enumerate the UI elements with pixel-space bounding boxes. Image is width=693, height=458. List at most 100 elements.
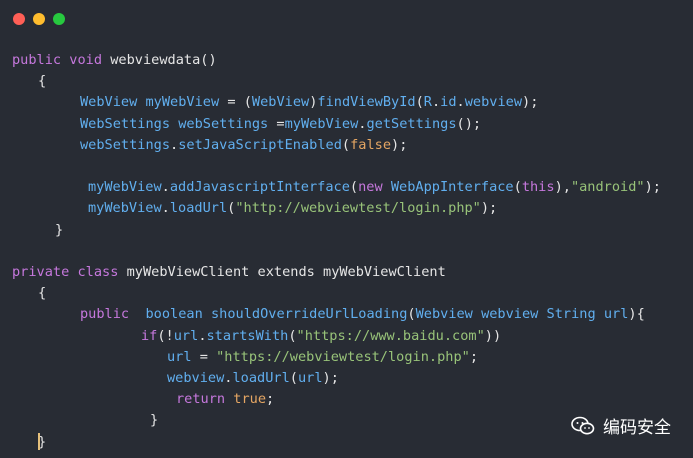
- code-token: Webview: [415, 306, 473, 323]
- code-line: public void webviewdata(): [12, 50, 217, 71]
- code-line: myWebView.loadUrl("http://webviewtest/lo…: [88, 198, 497, 219]
- code-token: loadUrl: [169, 200, 228, 217]
- code-token: ;: [469, 348, 479, 365]
- maximize-window-button[interactable]: [53, 13, 65, 25]
- code-token: new: [358, 179, 383, 196]
- code-token: = (: [219, 94, 252, 111]
- code-token: );: [322, 370, 339, 386]
- code-token: findViewById: [317, 94, 416, 111]
- code-line: {: [38, 71, 46, 92]
- code-token: url: [173, 327, 199, 344]
- window-controls: [13, 13, 65, 25]
- code-line: if(!url.startsWith("https://www.baidu.co…: [141, 326, 501, 347]
- code-token: myWebView: [284, 115, 359, 132]
- watermark: 编码安全: [571, 413, 671, 438]
- code-token: url: [167, 348, 192, 365]
- text-cursor: [38, 433, 40, 450]
- code-token: myWebViewClient extends myWebViewClient: [118, 264, 446, 280]
- code-token: }: [150, 412, 159, 429]
- code-line: }: [55, 220, 63, 241]
- code-token: public: [12, 52, 62, 68]
- code-token: );: [480, 200, 498, 217]
- code-token: addJavascriptInterface: [169, 179, 350, 196]
- code-token: {: [38, 73, 47, 90]
- code-token: webSettings: [80, 136, 171, 153]
- code-token: url: [297, 370, 323, 386]
- code-token: myWebView: [88, 200, 162, 217]
- code-line: webview.loadUrl(url);: [167, 368, 339, 389]
- code-token: webviewdata(): [102, 52, 217, 68]
- code-line: {: [38, 283, 46, 304]
- code-line: url = "https://webviewtest/login.php";: [167, 347, 478, 368]
- code-token: WebView: [80, 94, 138, 111]
- code-token: boolean: [145, 306, 203, 323]
- code-token: .: [170, 136, 179, 153]
- code-window: public void webviewdata() { WebView myWebV…: [0, 0, 693, 458]
- code-token: (: [289, 370, 298, 386]
- code-token: if: [141, 327, 158, 344]
- code-token: );: [391, 136, 408, 153]
- code-token: ){: [628, 306, 645, 323]
- code-token: this: [521, 179, 555, 196]
- code-token: String: [546, 306, 596, 323]
- code-token: webview: [167, 370, 225, 386]
- code-token: startsWith: [206, 327, 289, 344]
- code-token: ();: [456, 115, 482, 132]
- minimize-window-button[interactable]: [33, 13, 45, 25]
- code-line: myWebView.addJavascriptInterface(new Web…: [88, 177, 661, 198]
- code-token: ;: [266, 391, 275, 408]
- code-token: (: [341, 136, 351, 153]
- code-token: .: [198, 327, 207, 344]
- code-token: true: [233, 391, 267, 408]
- code-token: url: [603, 306, 629, 323]
- code-token: .: [456, 94, 465, 111]
- code-token: myWebView: [88, 179, 162, 196]
- code-token: false: [350, 136, 392, 153]
- code-token: )): [484, 327, 502, 344]
- code-token: webview: [481, 306, 539, 323]
- code-token: .: [161, 179, 170, 196]
- code-token: =: [191, 348, 217, 365]
- code-token: shouldOverrideUrlLoading: [210, 306, 408, 323]
- code-token: (!: [157, 327, 174, 344]
- code-token: (: [288, 327, 297, 344]
- code-token: private: [12, 264, 70, 280]
- code-line: WebView myWebView = (WebView)findViewByI…: [80, 92, 538, 113]
- code-token: return: [176, 391, 226, 408]
- close-window-button[interactable]: [13, 13, 25, 25]
- code-token: {: [38, 285, 47, 302]
- code-token: class: [77, 264, 119, 280]
- code-token: WebAppInterface: [390, 179, 514, 196]
- code-line: public boolean shouldOverrideUrlLoading(…: [80, 304, 645, 325]
- code-token: webview: [464, 94, 523, 111]
- code-token: ),: [554, 179, 571, 196]
- code-line: }: [150, 410, 158, 431]
- code-token: }: [55, 221, 64, 238]
- wechat-icon: [571, 416, 595, 434]
- code-token: WebSettings: [80, 115, 171, 132]
- watermark-text: 编码安全: [603, 418, 671, 438]
- code-token: "https://webviewtest/login.php": [216, 348, 470, 365]
- code-token: .: [161, 200, 170, 217]
- code-token: webSettings: [178, 115, 269, 132]
- code-token: "https://www.baidu.com": [296, 327, 485, 344]
- code-token: public: [80, 306, 130, 323]
- code-token: id: [440, 94, 457, 111]
- code-token: (: [349, 179, 359, 196]
- code-line: return true;: [176, 389, 274, 410]
- code-token: (: [407, 306, 416, 323]
- code-line: private class myWebViewClient extends my…: [12, 262, 446, 283]
- code-token: );: [522, 94, 539, 111]
- code-token: );: [644, 179, 661, 196]
- code-token: (: [415, 94, 424, 111]
- code-token: WebView: [251, 94, 310, 111]
- code-token: (: [513, 179, 522, 196]
- code-token: .: [431, 94, 441, 111]
